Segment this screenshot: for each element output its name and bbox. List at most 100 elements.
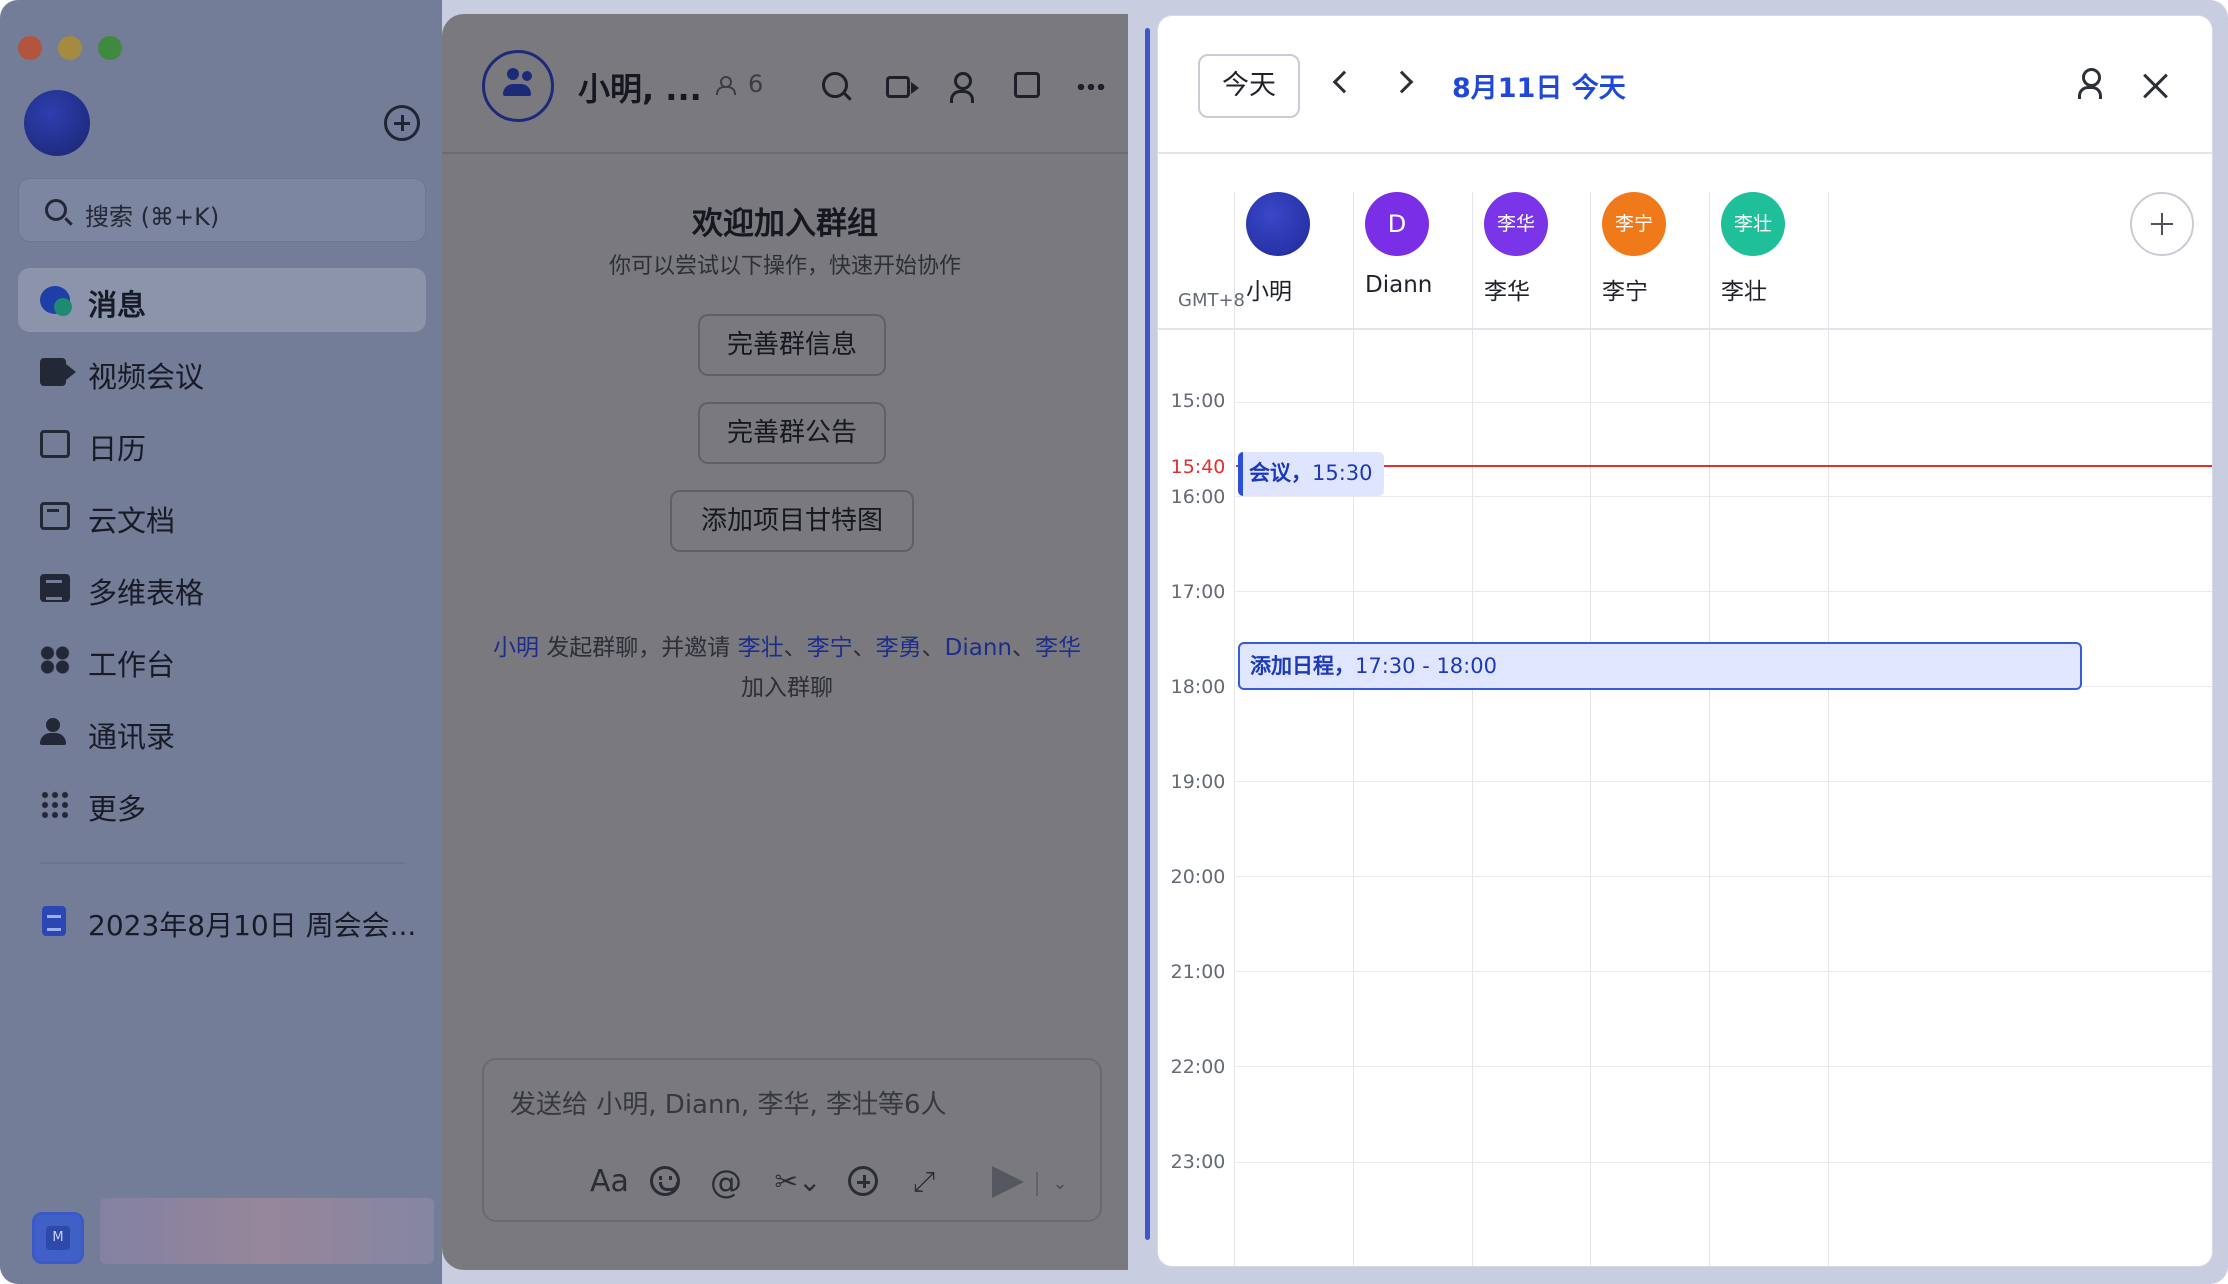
close-window-button[interactable]	[18, 36, 42, 60]
hour-label: 19:00	[1170, 771, 1226, 793]
avatar: 李壮	[1721, 192, 1785, 256]
user-link[interactable]: 李勇	[876, 635, 922, 661]
chevron-left-icon[interactable]	[1332, 70, 1356, 94]
sidebar-item-calendar[interactable]: 日历	[18, 412, 426, 476]
user-link[interactable]: 小明	[493, 635, 539, 661]
add-member-icon[interactable]	[950, 72, 980, 103]
hour-line	[1236, 402, 2212, 403]
video-call-icon[interactable]	[886, 76, 919, 98]
group-avatar[interactable]	[482, 50, 554, 122]
user-avatar[interactable]	[24, 90, 90, 156]
sidebar-item-workplace[interactable]: 工作台	[18, 628, 426, 692]
members-icon[interactable]	[716, 76, 738, 95]
user-link[interactable]: 李华	[1035, 635, 1081, 661]
system-text: 发起群聊，并邀请	[539, 635, 738, 661]
chat-panel: 小明, ... 6 欢迎加入群组 你可以尝试以下操作，快速开始协作 完善群信息 …	[442, 14, 1128, 1270]
hour-line	[1236, 971, 2212, 972]
separator: 、	[921, 635, 945, 661]
search-bar[interactable]: 搜索 (⌘+K)	[18, 178, 426, 242]
bottom-app-icon[interactable]: M	[32, 1212, 84, 1264]
attendee-name: 李宁	[1602, 279, 1648, 305]
event-new-schedule[interactable]: 添加日程，17:30 - 18:00	[1238, 642, 2082, 690]
minimize-window-button[interactable]	[58, 36, 82, 60]
composer-placeholder: 发送给 小明, Diann, 李华, 李壮等6人	[510, 1090, 947, 1120]
attendee-xiaoming[interactable]: 小明	[1234, 192, 1352, 322]
event-time: 17:30 - 18:00	[1355, 654, 1497, 678]
grid-column-line	[1828, 192, 1829, 1266]
attendee-name: 小明	[1246, 279, 1292, 305]
mention-icon[interactable]: @	[710, 1166, 742, 1198]
system-text: 加入群聊	[741, 675, 833, 701]
hour-line	[1236, 496, 2212, 497]
more-options-icon[interactable]	[1076, 84, 1106, 90]
add-gantt-chart-button[interactable]: 添加项目甘特图	[670, 490, 914, 552]
search-icon[interactable]	[822, 72, 848, 98]
video-icon	[40, 358, 76, 386]
contacts-icon	[40, 718, 70, 746]
close-icon[interactable]	[2142, 72, 2170, 100]
attendee-diann[interactable]: D Diann	[1353, 192, 1471, 322]
sidebar-item-label: 多维表格	[88, 576, 205, 610]
zoom-window-button[interactable]	[98, 36, 122, 60]
separator: 、	[783, 635, 807, 661]
timezone-label: GMT+8	[1178, 290, 1246, 311]
event-title: 会议，	[1249, 461, 1312, 485]
calendar-icon[interactable]	[1014, 72, 1040, 98]
sidebar-item-video-meetings[interactable]: 视频会议	[18, 340, 426, 404]
expand-icon[interactable]: ⤢	[908, 1166, 940, 1198]
create-new-button[interactable]	[384, 105, 420, 141]
hour-line	[1236, 591, 2212, 592]
search-placeholder: 搜索 (⌘+K)	[85, 203, 220, 231]
message-composer[interactable]: 发送给 小明, Diann, 李华, 李壮等6人 Aa @ ✂⌄ ⤢ ⌄	[482, 1058, 1102, 1222]
attendee-check-icon[interactable]	[2078, 68, 2106, 99]
add-attendee-button[interactable]	[2130, 192, 2194, 256]
sidebar-item-cloud-docs[interactable]: 云文档	[18, 484, 426, 548]
text-format-icon[interactable]: Aa	[590, 1166, 629, 1198]
sidebar-item-label: 视频会议	[88, 360, 205, 394]
user-link[interactable]: 李宁	[807, 635, 853, 661]
complete-group-announcement-button[interactable]: 完善群公告	[698, 402, 886, 464]
send-options-chevron-icon[interactable]: ⌄	[1050, 1168, 1070, 1200]
attendee-lihua[interactable]: 李华 李华	[1472, 192, 1590, 322]
member-count[interactable]: 6	[748, 70, 763, 98]
grid-column-line	[1590, 192, 1591, 1266]
add-attachment-icon[interactable]	[848, 1166, 878, 1196]
hour-line	[1236, 1162, 2212, 1163]
send-icon[interactable]	[988, 1164, 1024, 1200]
workplace-icon	[40, 646, 70, 674]
sidebar-item-base[interactable]: 多维表格	[18, 556, 426, 620]
complete-group-info-button[interactable]: 完善群信息	[698, 314, 886, 376]
sidebar-item-label: 日历	[88, 432, 147, 466]
chevron-right-icon[interactable]	[1390, 70, 1414, 94]
pinned-doc-item[interactable]: 2023年8月10日 周会会...	[18, 890, 426, 954]
more-apps-icon	[40, 790, 70, 818]
chat-title[interactable]: 小明, ...	[578, 64, 702, 110]
emoji-icon[interactable]	[650, 1166, 680, 1196]
sidebar-item-contacts[interactable]: 通讯录	[18, 700, 426, 764]
event-meeting[interactable]: 会议，15:30	[1238, 452, 1384, 496]
header-divider	[1158, 152, 2212, 154]
sidebar-item-label: 通讯录	[88, 720, 176, 754]
screenshot-icon[interactable]: ✂⌄	[774, 1166, 822, 1198]
grid-column-line	[1709, 192, 1710, 1266]
hour-label: 15:00	[1170, 390, 1226, 412]
blurred-profile-area	[100, 1198, 434, 1264]
sidebar-item-label: 更多	[88, 792, 147, 826]
hour-label: 16:00	[1170, 486, 1226, 508]
panel-resize-handle[interactable]	[1145, 28, 1150, 1240]
today-button[interactable]: 今天	[1198, 54, 1300, 118]
message-icon	[40, 286, 72, 316]
user-link[interactable]: Diann	[945, 635, 1012, 661]
avatar: D	[1365, 192, 1429, 256]
event-time: 15:30	[1312, 461, 1373, 485]
grid-column-line	[1353, 192, 1354, 1266]
user-link[interactable]: 李壮	[738, 635, 784, 661]
attendee-lining[interactable]: 李宁 李宁	[1590, 192, 1708, 322]
bottom-app-badge: M	[46, 1226, 70, 1250]
sidebar-item-label: 消息	[88, 288, 147, 322]
sidebar-item-messages[interactable]: 消息	[18, 268, 426, 332]
attendee-lizhuang[interactable]: 李壮 李壮	[1709, 192, 1827, 322]
calendar-icon	[40, 430, 70, 458]
sidebar-item-more[interactable]: 更多	[18, 772, 426, 836]
hour-label: 23:00	[1170, 1151, 1226, 1173]
